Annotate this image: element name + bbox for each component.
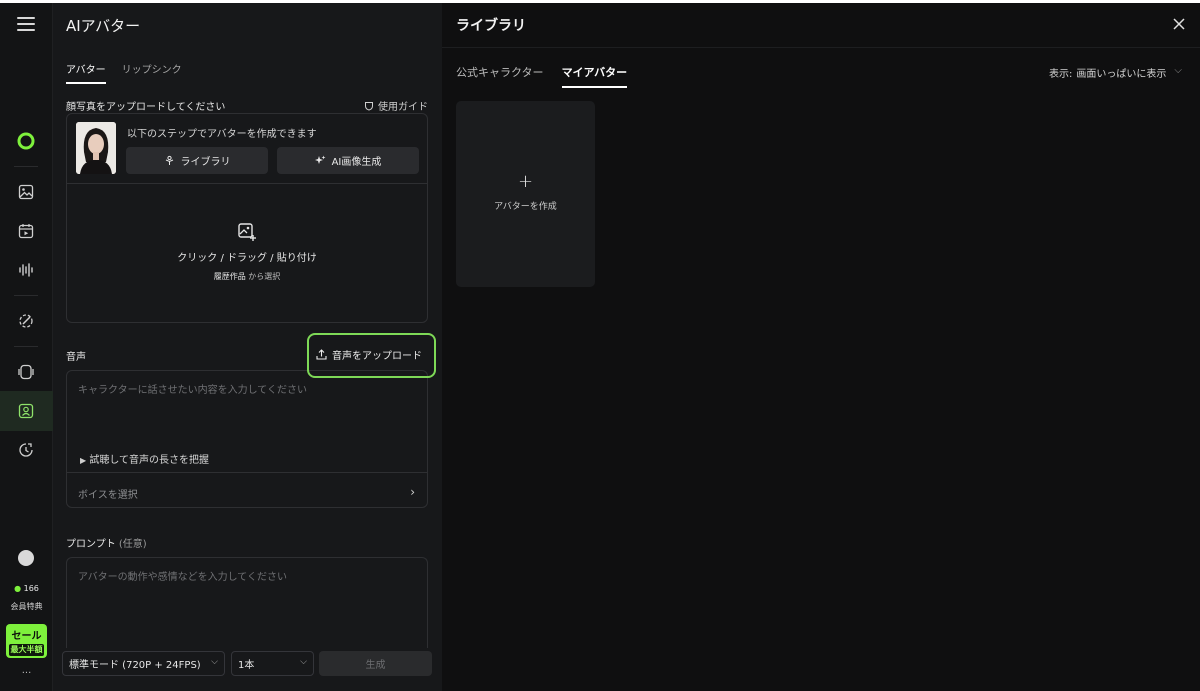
library-button[interactable]: ライブラリ (126, 147, 268, 174)
library-tabs: 公式キャラクター マイアバター (456, 64, 628, 88)
audio-input-card: キャラクターに話させたい内容を入力してください ▶ 試聴して音声の長さを把握 ボ… (66, 370, 428, 508)
library-panel: ライブラリ 公式キャラクター マイアバター 表示: 画面いっぱいに表示 ⌵ + … (442, 3, 1200, 691)
history-icon[interactable] (17, 441, 35, 459)
usage-guide-link[interactable]: 使用ガイド (364, 98, 428, 113)
menu-icon[interactable] (17, 17, 35, 31)
chevron-down-icon: ⌵ (300, 657, 307, 667)
drop-zone-text[interactable]: クリック / ドラッグ / 貼り付け (67, 249, 427, 264)
prompt-section-label: プロンプト (任意) (66, 539, 147, 550)
brand-logo-icon[interactable] (17, 132, 35, 150)
video-icon[interactable] (17, 222, 35, 240)
sale-subtitle: 最大半額 (9, 644, 44, 656)
generate-button[interactable]: 生成 (319, 651, 432, 676)
sale-badge[interactable]: セール 最大半額 (6, 624, 47, 658)
sparkle-icon (314, 155, 326, 164)
sample-face-thumbnail (76, 122, 116, 174)
count-select[interactable]: 1本 ⌵ (231, 651, 314, 676)
preview-listen-button[interactable]: ▶ 試聴して音声の長さを把握 (80, 451, 209, 466)
chevron-down-icon: ⌵ (211, 657, 218, 667)
upload-icon (316, 349, 327, 360)
history-works-link[interactable]: 履歴作品 (214, 272, 246, 281)
library-person-icon (165, 155, 173, 165)
member-benefits-link[interactable]: 会員特典 (0, 601, 53, 612)
add-image-icon[interactable] (237, 222, 257, 242)
magic-edit-icon[interactable] (17, 312, 35, 330)
tab-official-characters[interactable]: 公式キャラクター (456, 64, 544, 88)
chevron-right-icon[interactable]: › (410, 485, 415, 499)
user-avatar[interactable] (18, 550, 34, 566)
ai-image-generate-button[interactable]: AI画像生成 (277, 147, 419, 174)
tab-my-avatars[interactable]: マイアバター (561, 64, 628, 88)
generate-footer: 標準モード (720P + 24FPS) ⌵ 1本 ⌵ 生成 (53, 648, 442, 691)
app-window: ● 166 会員特典 セール 最大半額 ... AIアバター アバター リップシ… (0, 3, 1200, 691)
tab-lipsync[interactable]: リップシンク (122, 61, 182, 84)
speech-text-input[interactable]: キャラクターに話させたい内容を入力してください (78, 381, 307, 396)
credits-count[interactable]: ● 166 (0, 584, 53, 593)
play-icon: ▶ (80, 456, 87, 465)
sale-title: セール (11, 631, 42, 642)
avatar-nav-icon[interactable] (17, 402, 35, 420)
photo-section-label: 顔写真をアップロードしてください (66, 102, 226, 113)
photo-upload-card: 以下のステップでアバターを作成できます ライブラリ AI画像生成 クリック / … (66, 113, 428, 323)
library-title: ライブラリ (456, 18, 526, 34)
more-icon[interactable]: ... (0, 665, 53, 676)
panel-tabs: アバター リップシンク (66, 61, 182, 84)
prompt-input[interactable]: アバターの動作や感情などを入力してください (78, 568, 287, 583)
credit-drop-icon: ● (14, 584, 22, 593)
chevron-down-icon: ⌵ (1174, 65, 1182, 76)
display-mode-select[interactable]: 表示: 画面いっぱいに表示 ⌵ (1049, 65, 1182, 80)
steps-instruction: 以下のステップでアバターを作成できます (127, 129, 317, 140)
create-avatar-card[interactable]: + アバターを作成 (456, 101, 595, 287)
audio-section-label: 音声 (66, 352, 86, 363)
upload-audio-button[interactable]: 音声をアップロード (309, 340, 429, 369)
close-icon[interactable] (1172, 17, 1186, 31)
guide-shield-icon (365, 101, 373, 111)
quality-mode-select[interactable]: 標準モード (720P + 24FPS) ⌵ (62, 651, 225, 676)
tab-avatar[interactable]: アバター (66, 61, 106, 84)
audio-wave-icon[interactable] (17, 261, 35, 279)
canvas-icon[interactable] (17, 363, 35, 381)
image-icon[interactable] (17, 183, 35, 201)
prompt-input-card: アバターの動作や感情などを入力してください (66, 557, 428, 657)
panel-title: AIアバター (66, 17, 141, 35)
voice-select[interactable]: ボイスを選択 (78, 486, 138, 501)
create-avatar-label: アバターを作成 (494, 202, 557, 212)
history-select: 履歴作品 から選択 (213, 272, 281, 281)
left-rail: ● 166 会員特典 セール 最大半額 ... (0, 3, 53, 691)
plus-icon: + (517, 171, 534, 192)
